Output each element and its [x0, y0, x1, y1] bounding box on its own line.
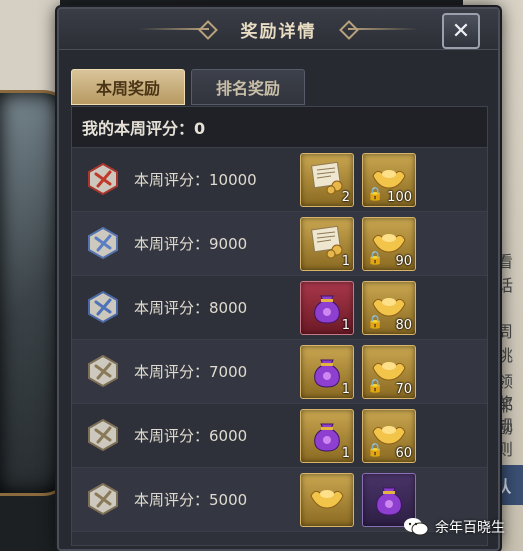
reward-quantity: 1 [341, 382, 350, 397]
reward-quantity: 70 [395, 382, 412, 397]
rank-badge-icon [86, 162, 120, 196]
score-threshold-label: 本周评分：9000 [134, 235, 248, 253]
score-threshold-label: 本周评分：10000 [134, 171, 257, 189]
reward-row: 本周评分：6000 1 🔒 60 [72, 404, 487, 468]
rank-badge-icon [86, 226, 120, 260]
title-ornament-right [348, 28, 418, 30]
gold-ingot-reward-item[interactable]: 🔒 90 [362, 217, 416, 271]
tab-ranking-rewards[interactable]: 排名奖励 [191, 69, 305, 105]
reward-quantity: 1 [341, 254, 350, 269]
reward-rows: 本周评分：10000 2 🔒 100 本周评分：9000 1 🔒 90 本周评分：8000 1 🔒 8… [72, 148, 487, 532]
scroll-reward-item[interactable]: 1 [300, 217, 354, 271]
reward-quantity: 100 [387, 190, 412, 205]
purple-bag-reward-item[interactable]: 1 [300, 281, 354, 335]
tab-weekly-rewards[interactable]: 本周奖励 [71, 69, 185, 105]
rank-badge-icon [86, 354, 120, 388]
wechat-icon [403, 517, 429, 537]
lock-icon: 🔒 [367, 251, 384, 266]
score-threshold-label: 本周评分：7000 [134, 363, 248, 381]
rank-badge-icon [86, 482, 120, 516]
purple-bag-reward-item[interactable]: 1 [300, 409, 354, 463]
lock-icon: 🔒 [367, 443, 384, 458]
score-threshold-label: 本周评分：8000 [134, 299, 248, 317]
lock-icon: 🔒 [367, 315, 384, 330]
score-threshold-label: 本周评分：5000 [134, 491, 248, 509]
close-icon: ✕ [451, 18, 471, 44]
close-button[interactable]: ✕ [442, 13, 480, 49]
lock-icon: 🔒 [367, 187, 384, 202]
reward-list-panel[interactable]: 我的本周评分：0 本周评分：10000 2 🔒 100 本周评分：9000 1 🔒 90 本周评… [71, 106, 488, 546]
background-text-5: 规则 [497, 416, 514, 459]
reward-row: 本周评分：8000 1 🔒 80 [72, 276, 487, 340]
background-text-1: 看话 [497, 252, 514, 295]
reward-quantity: 1 [341, 446, 350, 461]
reward-quantity: 80 [395, 318, 412, 333]
scroll-reward-item[interactable]: 2 [300, 153, 354, 207]
dialog-title-bar: 奖励详情 ✕ [59, 9, 498, 50]
watermark: 余年百晓生 [403, 517, 505, 537]
gold-ingot-reward-item[interactable]: 🔒 100 [362, 153, 416, 207]
dialog-title: 奖励详情 [240, 22, 317, 42]
reward-quantity: 60 [395, 446, 412, 461]
reward-quantity: 1 [341, 318, 350, 333]
watermark-text: 余年百晓生 [435, 520, 505, 536]
reward-row: 本周评分：9000 1 🔒 90 [72, 212, 487, 276]
rank-badge-icon [86, 290, 120, 324]
purple-bag-reward-item[interactable]: 1 [300, 345, 354, 399]
reward-details-dialog: 奖励详情 ✕ 本周奖励 排名奖励 我的本周评分：0 本周评分：10000 2 🔒 10… [57, 7, 500, 551]
background-top-left-panel [0, 0, 60, 95]
score-threshold-label: 本周评分：6000 [134, 427, 248, 445]
reward-quantity: 2 [341, 190, 350, 205]
background-text-2: 周挑 [497, 322, 514, 365]
tab-bar: 本周奖励 排名奖励 [71, 69, 305, 105]
reward-row: 本周评分：10000 2 🔒 100 [72, 148, 487, 212]
my-weekly-score: 我的本周评分：0 [72, 107, 487, 148]
gold-ingot-reward-item[interactable]: 🔒 60 [362, 409, 416, 463]
lock-icon: 🔒 [367, 379, 384, 394]
gold-ingot-reward-item[interactable]: 🔒 70 [362, 345, 416, 399]
reward-row: 本周评分：7000 1 🔒 70 [72, 340, 487, 404]
rank-badge-icon [86, 418, 120, 452]
gold-ingot-reward-item[interactable] [300, 473, 354, 527]
gold-ingot-reward-item[interactable]: 🔒 80 [362, 281, 416, 335]
reward-quantity: 90 [395, 254, 412, 269]
